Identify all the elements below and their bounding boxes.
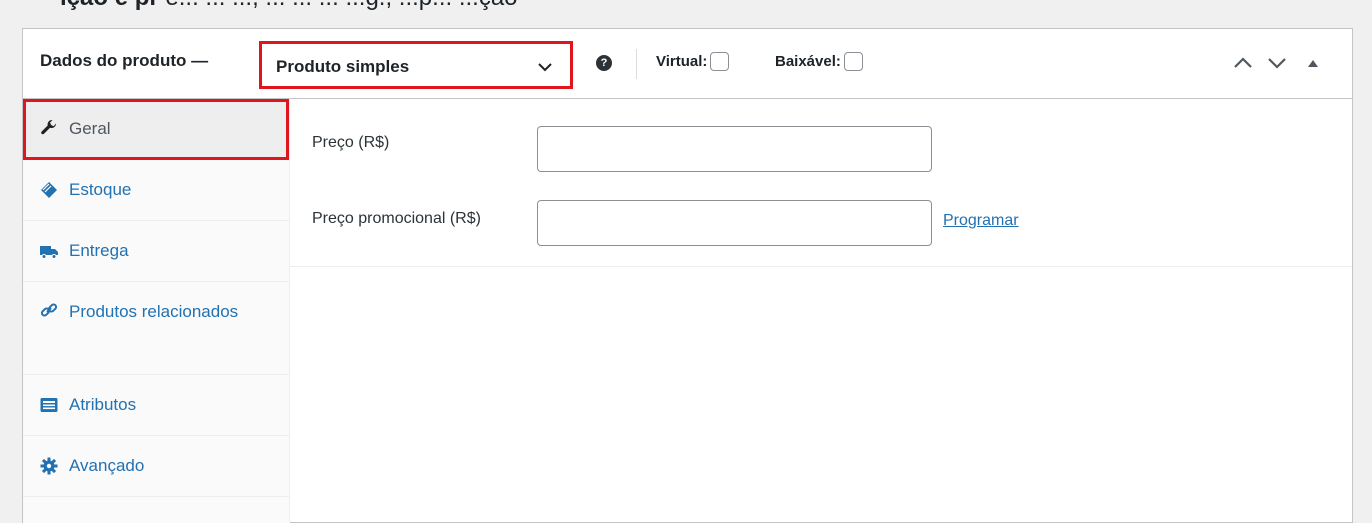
- regular-price-label: Preço (R$): [312, 134, 390, 151]
- question-circle-icon[interactable]: ?: [596, 55, 612, 71]
- toggle-arrow-icon[interactable]: [1307, 58, 1319, 68]
- tab-label: Produtos relacionados: [69, 302, 239, 321]
- product-data-tabs: Geral Estoque Entrega Produtos relaciona…: [23, 99, 290, 523]
- product-type-select[interactable]: Produto simples: [259, 41, 573, 89]
- chevron-down-icon[interactable]: [1267, 55, 1287, 71]
- tab-estoque[interactable]: Estoque: [23, 160, 289, 221]
- gear-icon: [40, 457, 58, 475]
- downloadable-option: Baixável:: [775, 52, 863, 71]
- tab-label-wrap: Produtos relacionados: [23, 295, 238, 327]
- wrench-icon: [41, 120, 57, 135]
- tab-label: Atributos: [69, 395, 137, 414]
- cropped-heading-text: ição e pr e... ... ..., ... ... ... ...g…: [60, 0, 518, 10]
- general-options: Preço (R$) Preço promocional (R$) Progra…: [290, 99, 1352, 267]
- tag-icon: [41, 182, 57, 198]
- product-type-value: Produto simples: [276, 57, 410, 76]
- downloadable-label: Baixável:: [775, 53, 841, 70]
- virtual-label: Virtual:: [656, 53, 708, 70]
- cropped-heading-bold: ição e pr: [60, 0, 159, 11]
- tab-geral[interactable]: Geral: [23, 99, 289, 160]
- downloadable-checkbox[interactable]: [843, 52, 863, 71]
- tab-label: Geral: [69, 119, 111, 138]
- regular-price-input[interactable]: [538, 127, 931, 171]
- chevron-up-icon[interactable]: [1233, 55, 1253, 71]
- tab-atributos[interactable]: Atributos: [23, 375, 289, 436]
- header-divider: [636, 49, 637, 79]
- regular-price-field[interactable]: [537, 126, 932, 172]
- panel-header: Dados do produto — Produto simples ? Vir…: [23, 29, 1352, 99]
- tab-label: Entrega: [69, 241, 129, 260]
- sale-price-input[interactable]: [538, 201, 931, 245]
- panel-title: Dados do produto —: [40, 51, 209, 70]
- tab-produtos-relacionados[interactable]: Produtos relacionados: [23, 282, 289, 375]
- tab-label: Avançado: [69, 456, 145, 475]
- list-card-icon: [40, 398, 58, 412]
- link-icon: [40, 303, 58, 317]
- cropped-heading-rest: e... ... ..., ... ... ... ...g., ...p...…: [165, 0, 517, 11]
- virtual-checkbox[interactable]: [710, 52, 730, 71]
- schedule-sale-link[interactable]: Programar: [943, 212, 1019, 230]
- chevron-down-icon: [538, 63, 552, 72]
- sale-price-label: Preço promocional (R$): [312, 210, 481, 227]
- tab-label: Estoque: [69, 180, 132, 199]
- sale-price-field[interactable]: [537, 200, 932, 246]
- truck-icon: [40, 246, 58, 259]
- virtual-option: Virtual:: [656, 52, 730, 71]
- tab-avancado[interactable]: Avançado: [23, 436, 289, 497]
- tab-entrega[interactable]: Entrega: [23, 221, 289, 282]
- product-data-panel: Dados do produto — Produto simples ? Vir…: [22, 28, 1353, 523]
